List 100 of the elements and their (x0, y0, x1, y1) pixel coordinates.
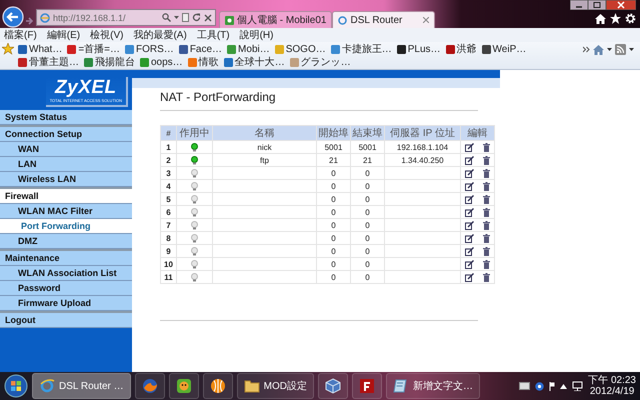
edit-icon[interactable] (465, 246, 474, 256)
edit-icon[interactable] (465, 168, 474, 178)
trash-icon[interactable] (482, 194, 490, 204)
back-button[interactable] (2, 6, 24, 28)
sidebar-item[interactable]: WAN (0, 142, 132, 157)
column-header: 作用中 (176, 126, 212, 140)
sidebar-item[interactable]: Logout (0, 311, 132, 328)
table-cell: 6 (160, 206, 176, 218)
menu-item[interactable]: 我的最愛(A) (133, 28, 187, 42)
url-field[interactable]: http://192.168.1.1/ (53, 12, 159, 22)
start-button[interactable] (4, 374, 28, 398)
favorite-link[interactable]: 洪爺 (446, 43, 477, 55)
menu-item[interactable]: 檔案(F) (4, 28, 37, 42)
network-icon[interactable] (572, 381, 584, 391)
table-cell: 21 (316, 154, 350, 166)
edit-icon[interactable] (465, 142, 474, 152)
trash-icon[interactable] (482, 272, 490, 282)
refresh-icon[interactable] (192, 13, 201, 22)
favorite-link[interactable]: Face… (178, 43, 222, 55)
table-cell: 0 (350, 270, 384, 284)
edit-icon[interactable] (465, 208, 474, 216)
edit-icon[interactable] (465, 182, 474, 190)
favorite-link[interactable]: グランッ… (290, 56, 351, 68)
sidebar-item[interactable]: Firmware Upload (0, 296, 132, 311)
menu-item[interactable]: 檢視(V) (90, 28, 124, 42)
sidebar-item[interactable]: Password (0, 281, 132, 296)
sidebar-item[interactable]: Maintenance (0, 249, 132, 266)
star-icon[interactable] (610, 13, 621, 24)
table-cell: 0 (316, 180, 350, 192)
table-cell: 192.168.1.104 (384, 140, 460, 154)
trash-icon[interactable] (482, 182, 490, 190)
favorite-link[interactable]: 飛揚龍台 (84, 56, 135, 68)
taskbar-button[interactable] (202, 373, 233, 399)
sidebar-item[interactable]: LAN (0, 157, 132, 172)
trash-icon[interactable] (482, 234, 490, 242)
settings-icon[interactable] (625, 13, 636, 24)
taskbar-button[interactable] (168, 373, 199, 399)
favorite-link[interactable]: =首播=… (67, 43, 120, 55)
close-button[interactable] (606, 0, 636, 10)
favorite-link[interactable]: oops… (140, 56, 183, 68)
page-title: NAT - PortForwarding (160, 90, 478, 111)
edit-icon[interactable] (465, 234, 474, 242)
menu-item[interactable]: 說明(H) (240, 28, 274, 42)
sidebar-item[interactable]: WLAN Association List (0, 266, 132, 281)
maximize-button[interactable] (588, 0, 606, 10)
document-icon[interactable] (182, 13, 189, 22)
sidebar-item[interactable]: Wireless LAN (0, 172, 132, 187)
favorite-link[interactable]: What… (18, 43, 62, 55)
keyboard-icon[interactable] (519, 382, 530, 390)
edit-icon[interactable] (465, 272, 474, 282)
favorite-link[interactable]: 全球十大… (224, 56, 285, 68)
taskbar-button[interactable] (352, 373, 382, 399)
favorite-link[interactable]: 骨董主題… (18, 56, 79, 68)
trash-icon[interactable] (482, 156, 490, 164)
trash-icon[interactable] (482, 220, 490, 230)
edit-icon[interactable] (465, 156, 474, 164)
edit-icon[interactable] (465, 260, 474, 268)
favorite-link[interactable]: Mobi… (227, 43, 270, 55)
home-icon[interactable] (595, 13, 606, 24)
site-icon (225, 16, 234, 24)
trash-icon[interactable] (482, 246, 490, 256)
table-cell: 0 (350, 166, 384, 180)
favorite-link[interactable]: WeiP… (482, 43, 526, 55)
trash-icon[interactable] (482, 260, 490, 268)
favorite-link[interactable]: FORS… (125, 43, 174, 55)
edit-icon[interactable] (465, 220, 474, 230)
edit-icon[interactable] (465, 194, 474, 204)
close-icon[interactable] (423, 17, 430, 23)
up-arrow-icon[interactable] (560, 384, 568, 388)
taskbar-button[interactable]: MOD設定 (236, 373, 314, 399)
sidebar-item[interactable]: DMZ (0, 234, 132, 249)
favorite-link[interactable]: 情歌 (188, 56, 219, 68)
menu-item[interactable]: 工具(T) (196, 28, 230, 42)
trash-icon[interactable] (482, 168, 490, 178)
menu-item[interactable]: 編輯(E) (46, 28, 80, 42)
clock[interactable]: 下午 02:23 2012/4/19 (588, 375, 636, 397)
stop-icon[interactable] (204, 14, 212, 22)
favorite-link[interactable]: PLus… (396, 43, 441, 55)
help-icon[interactable] (535, 382, 544, 390)
trash-icon[interactable] (482, 208, 490, 216)
sidebar-item[interactable]: Port Forwarding (0, 219, 132, 234)
browser-tab[interactable]: DSL Router (332, 11, 436, 28)
sidebar-item[interactable]: WLAN MAC Filter (0, 204, 132, 219)
favorite-link[interactable]: SOGO… (274, 43, 326, 55)
search-icon[interactable] (162, 13, 171, 22)
taskbar-button[interactable]: DSL Router … (32, 373, 131, 399)
favorite-link[interactable]: 卡捷旅王… (330, 43, 392, 55)
flag-icon[interactable] (549, 382, 556, 390)
folder-icon (244, 378, 260, 394)
taskbar-button[interactable]: 新增文字文… (386, 373, 480, 399)
browser-tab[interactable]: 個人電腦 - Mobile01 (219, 11, 332, 28)
trash-icon[interactable] (482, 142, 490, 152)
taskbar-button[interactable] (318, 373, 348, 399)
taskbar-button[interactable] (134, 373, 165, 399)
favorites-star-icon[interactable] (2, 43, 14, 55)
sidebar-item[interactable]: Firewall (0, 187, 132, 204)
more-icon[interactable] (583, 46, 590, 53)
sidebar-item[interactable]: Connection Setup (0, 125, 132, 142)
sidebar-item[interactable]: System Status (0, 110, 132, 125)
minimize-button[interactable] (570, 0, 588, 10)
